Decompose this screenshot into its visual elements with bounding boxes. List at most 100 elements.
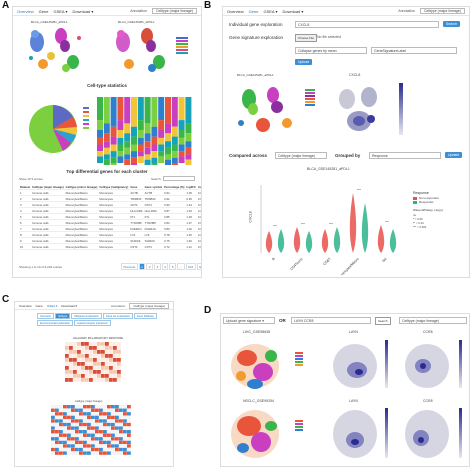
- heatmap-cell: [75, 405, 79, 409]
- d-umap-row2-ccr8: [405, 410, 449, 458]
- collapse-select[interactable]: Collapse genes by mean: [295, 47, 367, 54]
- pagination-item[interactable]: 4: [161, 263, 169, 270]
- show-entries[interactable]: Show 10 ▾ entries: [19, 177, 43, 181]
- heatmap-cell: [65, 374, 69, 378]
- signature-name-input[interactable]: GeneSignatureLabel: [371, 47, 457, 54]
- heatmap-cell: [107, 433, 111, 437]
- heatmap-cell: [73, 354, 77, 358]
- celltype-select[interactable]: Celltype (major lineage): [420, 8, 465, 14]
- heatmap-cell: [55, 440, 59, 445]
- choose-file-button[interactable]: Choose File: [295, 34, 318, 42]
- genes-input[interactable]: LAYN CCR8: [291, 317, 371, 324]
- heatmap-cell: [115, 433, 119, 437]
- grouped-by-select[interactable]: Response: [369, 152, 441, 159]
- heatmap-cell: [79, 440, 83, 445]
- tab-gsea[interactable]: GSEA ▾: [263, 9, 277, 14]
- tab-download[interactable]: Download ▾: [72, 9, 93, 14]
- heatmap-cell: [101, 354, 105, 358]
- celltype-select[interactable]: Celltype (major lineage): [152, 8, 197, 14]
- pagination-item[interactable]: Next: [196, 263, 201, 270]
- heatmap-cell: [93, 378, 97, 382]
- heatmap-cell: [99, 430, 103, 434]
- heatmap-cell: [111, 451, 115, 455]
- heatmap-cell: [107, 426, 111, 430]
- stacked-bar-segment: [171, 151, 178, 158]
- tab-gene[interactable]: Gene: [39, 9, 49, 14]
- individual-gene-input[interactable]: CXCL8: [295, 21, 439, 28]
- heatmap-cell: [59, 440, 63, 445]
- gene-search-button[interactable]: Search: [443, 21, 461, 27]
- heatmap-cell: [109, 362, 113, 366]
- heatmap-cell: [51, 405, 55, 409]
- heatmap-cell: [75, 430, 79, 434]
- heatmap-cell: [109, 370, 113, 374]
- table-search-input[interactable]: [163, 176, 195, 181]
- heatmap-cell: [51, 412, 55, 416]
- d-umap-row1-celltype: [231, 344, 279, 389]
- heatmap-cell: [67, 447, 71, 452]
- table-row: 10 Immune cells Monocytes/Macro Monocytes CS…: [19, 243, 201, 250]
- no-file-label: No file selected: [317, 35, 341, 39]
- update-button[interactable]: Update: [445, 152, 463, 158]
- heatmap-cell: [111, 444, 115, 448]
- stacked-bar-segment: [178, 137, 185, 145]
- heatmap-cell: [79, 422, 83, 427]
- tab-gsea[interactable]: GSEA ▾: [53, 9, 67, 14]
- pagination-item[interactable]: 3: [154, 263, 161, 270]
- heatmap-cell: [55, 451, 59, 455]
- stacked-bar-segment: [110, 144, 117, 152]
- significance-mark: ***: [357, 188, 361, 192]
- heatmap-cell: [55, 412, 59, 416]
- heatmap-cell: [77, 366, 81, 370]
- pagination-item[interactable]: 624: [185, 263, 196, 270]
- tab-gsea[interactable]: GSEA ▾: [47, 304, 58, 308]
- heatmap-cell: [97, 346, 101, 350]
- compared-across-select[interactable]: Celltype (major lineage): [275, 152, 327, 159]
- tab-gene[interactable]: Gene: [249, 9, 259, 14]
- gsea-tab[interactable]: Ligand-receptor interaction: [74, 320, 111, 326]
- violin-title: BLCA_GSE145281_aPDL1: [307, 167, 350, 171]
- stacked-bar-segment: [117, 151, 124, 157]
- pagination-item[interactable]: 2: [146, 263, 154, 270]
- stacked-bar-segment: [165, 159, 171, 165]
- gene-umap-expression: [339, 87, 377, 131]
- heatmap-top: [65, 342, 121, 382]
- heatmap-cell: [89, 354, 93, 358]
- heatmap-cell: [51, 433, 55, 437]
- heatmap-cell: [107, 408, 111, 412]
- heatmap-cell: [55, 433, 59, 437]
- heatmap-cell: [55, 426, 59, 430]
- d-celltype-select[interactable]: Celltype (major lineage): [399, 317, 467, 324]
- heatmap-cell: [85, 358, 89, 362]
- pagination-item[interactable]: ...: [177, 263, 185, 270]
- gsea-tab[interactable]: Malignant exploration: [71, 313, 102, 319]
- stacked-bar-segment: [171, 136, 178, 145]
- upload-signature-select[interactable]: Upload gene signature ▾: [223, 317, 275, 324]
- heatmap-cell: [71, 440, 75, 445]
- tab-overview[interactable]: Overview: [227, 9, 244, 14]
- celltype-select[interactable]: Celltype (major lineage): [129, 302, 169, 309]
- heatmap-cell: [51, 430, 55, 434]
- pagination-item[interactable]: 5: [169, 263, 177, 270]
- heatmap-cell: [99, 408, 103, 412]
- gsea-tab[interactable]: Gene set exploration: [102, 313, 133, 319]
- heatmap-cell: [119, 444, 123, 448]
- tab-download[interactable]: Download ▾: [282, 9, 303, 14]
- heatmap-cell: [67, 451, 71, 455]
- tab-gene[interactable]: Gene: [36, 304, 43, 308]
- pagination-item[interactable]: 1: [138, 263, 146, 270]
- tab-download[interactable]: Download ▾: [61, 304, 77, 308]
- gsea-tab[interactable]: Celltype: [54, 313, 71, 319]
- tab-overview[interactable]: Overview: [19, 304, 32, 308]
- gsea-tab[interactable]: Overview: [37, 313, 54, 319]
- pagination-item[interactable]: Previous: [121, 263, 138, 270]
- tab-overview[interactable]: Overview: [17, 9, 34, 14]
- umap-left-plot: [29, 28, 81, 72]
- gsea-tab[interactable]: Environmental exploration: [37, 320, 73, 326]
- upload-button[interactable]: Upload: [295, 59, 313, 65]
- d-search-button[interactable]: Search: [375, 317, 391, 325]
- heatmap-cell: [67, 433, 71, 437]
- pie-legend: [83, 107, 93, 129]
- gsea-tab[interactable]: Gene Pathway: [133, 313, 157, 319]
- stacked-bar-segment: [171, 163, 178, 165]
